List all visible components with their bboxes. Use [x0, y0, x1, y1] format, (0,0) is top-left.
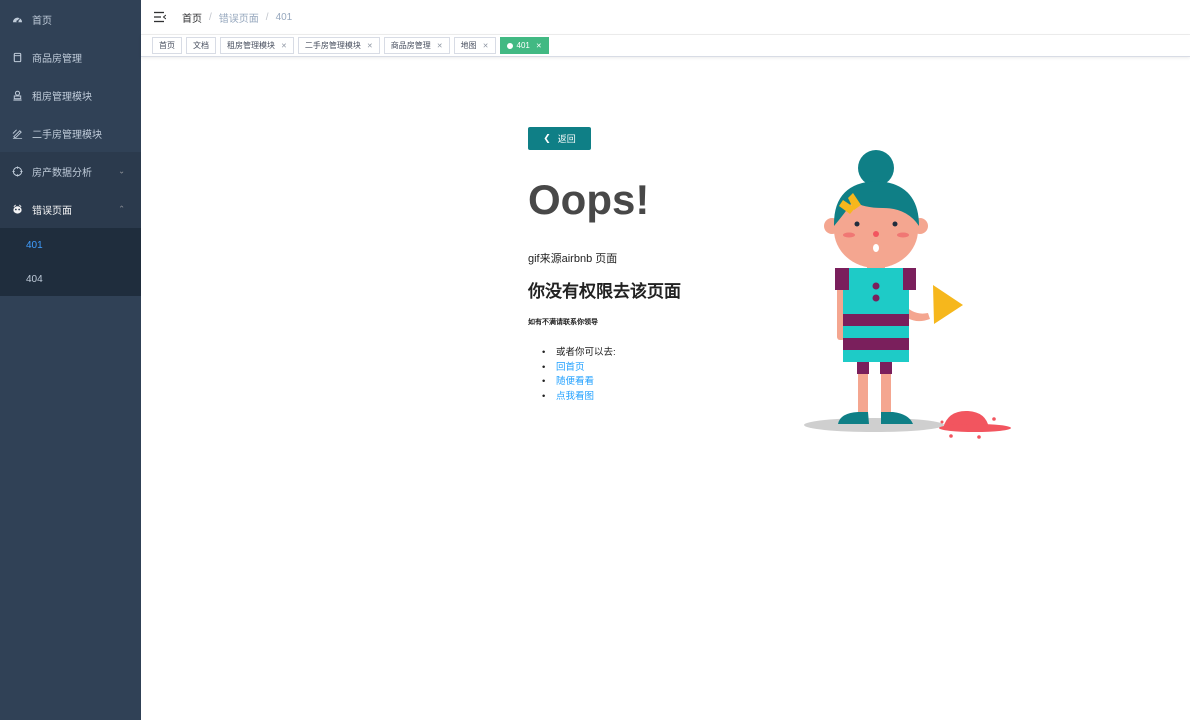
- sidebar-item-401[interactable]: 401: [0, 228, 141, 262]
- link-view-image[interactable]: 点我看图: [556, 391, 594, 402]
- link-browse[interactable]: 随便看看: [556, 376, 594, 387]
- tag-docs[interactable]: 文档: [186, 37, 216, 54]
- sidebar-item-error-pages[interactable]: 错误页面 ⌃: [0, 190, 141, 228]
- breadcrumb: 首页 / 错误页面 / 401: [182, 10, 292, 25]
- bug-icon: [11, 203, 23, 215]
- sidebar-item-commercial-housing[interactable]: 商品房管理: [0, 38, 141, 76]
- sidebar-item-label: 二手房管理模块: [32, 129, 102, 141]
- tag-label: 首页: [159, 41, 175, 50]
- back-button-label: 返回: [557, 134, 576, 144]
- error-headline: 你没有权限去该页面: [528, 282, 681, 301]
- back-button[interactable]: ❮ 返回: [528, 127, 591, 150]
- close-icon[interactable]: ✕: [281, 42, 287, 50]
- chevron-down-icon: ⌄: [118, 166, 125, 176]
- sidebar-item-label: 租房管理模块: [32, 91, 92, 103]
- sidebar: 首页 商品房管理 租房管理模块 二手房管理模块 房产数据分析 ⌄ 错误页面 ⌃ …: [0, 0, 141, 720]
- breadcrumb-home[interactable]: 首页: [182, 10, 202, 25]
- tag-label: 租房管理模块: [227, 41, 275, 50]
- error-title: Oops!: [528, 176, 650, 223]
- list-item: 或者你可以去:: [528, 346, 828, 361]
- sidebar-item-label: 错误页面: [32, 205, 72, 217]
- active-dot-icon: [506, 42, 513, 49]
- chevron-left-icon: ❮: [543, 133, 551, 143]
- list-item: 回首页: [528, 361, 828, 376]
- tags-view: 首页 文档 租房管理模块 ✕ 二手房管理模块 ✕ 商品房管理 ✕ 地图 ✕ 401 ✕: [141, 35, 1190, 57]
- breadcrumb-separator: /: [209, 11, 212, 23]
- sidebar-item-home[interactable]: 首页: [0, 0, 141, 38]
- sidebar-item-label: 首页: [32, 15, 52, 27]
- error-content: ❮ 返回 Oops! gif来源airbnb 页面 你没有权限去该页面 如有不满…: [528, 127, 828, 404]
- sidebar-item-404[interactable]: 404: [0, 262, 141, 296]
- tag-map[interactable]: 地图 ✕: [453, 37, 496, 54]
- close-icon[interactable]: ✕: [483, 42, 489, 50]
- list-item: 随便看看: [528, 375, 828, 390]
- person-icon: [11, 89, 23, 101]
- tag-label: 商品房管理: [390, 41, 431, 50]
- tag-label: 地图: [460, 41, 477, 50]
- tag-home[interactable]: 首页: [152, 37, 182, 54]
- close-icon[interactable]: ✕: [536, 42, 542, 50]
- error-illustration: [803, 148, 1023, 448]
- gif-source-text: gif来源airbnb 页面: [528, 253, 618, 265]
- list-item: 点我看图: [528, 390, 828, 405]
- error-submenu: 401 404: [0, 228, 141, 296]
- cup-icon: [11, 51, 23, 63]
- tag-label: 二手房管理模块: [304, 41, 361, 50]
- breadcrumb-current: 401: [275, 11, 293, 23]
- close-icon[interactable]: ✕: [437, 42, 443, 50]
- sidebar-item-label: 房产数据分析: [32, 167, 92, 179]
- main-area: 首页 / 错误页面 / 401 首页 文档 租房管理模块 ✕ 二手房管理模块 ✕ 商…: [141, 0, 1190, 720]
- edit-icon: [11, 127, 23, 139]
- tag-second-hand[interactable]: 二手房管理模块 ✕: [297, 37, 380, 54]
- dashboard-icon: [11, 13, 23, 25]
- suggestion-list: 或者你可以去: 回首页 随便看看 点我看图: [528, 346, 828, 404]
- sidebar-item-second-hand[interactable]: 二手房管理模块: [0, 114, 141, 152]
- sidebar-item-rental[interactable]: 租房管理模块: [0, 76, 141, 114]
- tag-rental[interactable]: 租房管理模块 ✕: [220, 37, 294, 54]
- tag-401[interactable]: 401 ✕: [499, 37, 549, 54]
- chevron-up-icon: ⌃: [118, 204, 125, 214]
- sidebar-item-label: 商品房管理: [32, 53, 82, 65]
- breadcrumb-parent: 错误页面: [218, 13, 259, 25]
- navbar: 首页 / 错误页面 / 401: [141, 0, 1190, 35]
- tag-label: 文档: [193, 41, 209, 50]
- error-hint: 如有不满请联系你领导: [528, 319, 598, 326]
- link-home[interactable]: 回首页: [556, 362, 585, 373]
- hamburger-icon[interactable]: [154, 11, 166, 23]
- target-icon: [11, 165, 23, 177]
- sidebar-item-analytics[interactable]: 房产数据分析 ⌄: [0, 152, 141, 190]
- tag-commercial-housing[interactable]: 商品房管理 ✕: [383, 37, 450, 54]
- close-icon[interactable]: ✕: [367, 42, 373, 50]
- breadcrumb-separator: /: [265, 11, 269, 23]
- tag-label: 401: [516, 41, 530, 50]
